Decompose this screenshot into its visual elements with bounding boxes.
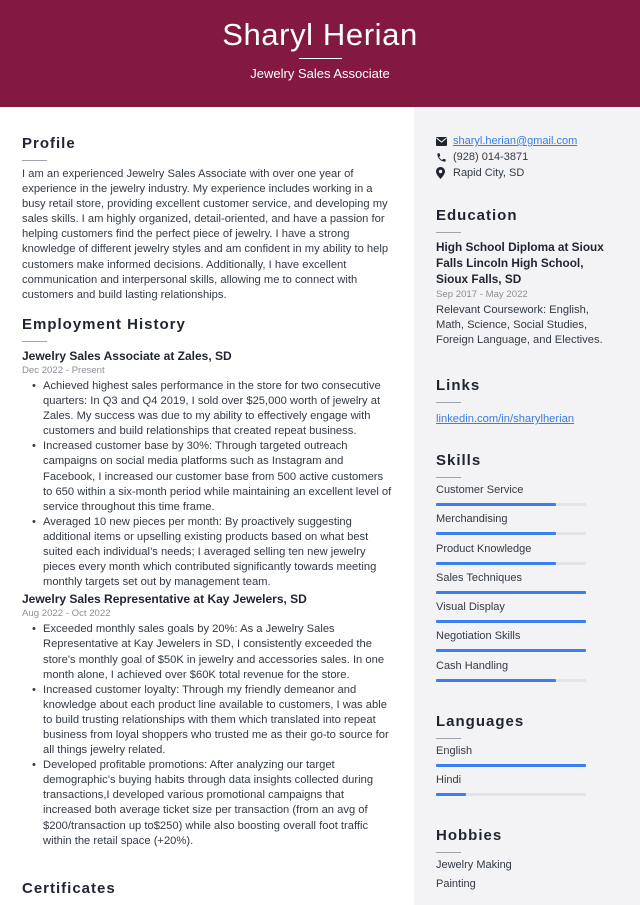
hobby-item: Jewelry Making bbox=[436, 859, 512, 871]
job-bullet: Developed profitable promotions: After a… bbox=[32, 758, 394, 849]
job-dates: Aug 2022 - Oct 2022 bbox=[22, 608, 111, 620]
phone-number: (928) 014-3871 bbox=[453, 151, 529, 163]
profile-section: Profile I am an experienced Jewelry Sale… bbox=[22, 135, 394, 303]
job-bullet: Averaged 10 new pieces per month: By pro… bbox=[32, 515, 394, 590]
job-bullets: Achieved highest sales performance in th… bbox=[22, 379, 394, 590]
skill-item: Merchandising bbox=[436, 510, 616, 539]
language-label: English bbox=[436, 745, 473, 757]
job-bullet: Exceeded monthly sales goals by 20%: As … bbox=[32, 622, 394, 682]
job-bullets: Exceeded monthly sales goals by 20%: As … bbox=[22, 622, 394, 848]
map-pin-icon bbox=[436, 167, 453, 179]
languages-section: Languages English Hindi bbox=[436, 713, 616, 801]
skill-level-fill bbox=[436, 678, 556, 682]
section-divider bbox=[436, 402, 461, 403]
language-level-fill bbox=[436, 764, 586, 767]
section-divider bbox=[22, 160, 47, 161]
job-dates: Dec 2022 - Present bbox=[22, 365, 105, 376]
job-title: Jewelry Sales Representative at Kay Jewe… bbox=[22, 592, 307, 607]
email-link[interactable]: sharyl.herian@gmail.com bbox=[453, 135, 577, 147]
hobby-item: Painting bbox=[436, 878, 476, 890]
skills-section: Skills Customer Service Merchandising Prod… bbox=[436, 452, 616, 686]
section-title-links: Links bbox=[436, 377, 481, 394]
section-title-profile: Profile bbox=[22, 135, 76, 152]
job-bullet: Increased customer base by 30%: Through … bbox=[32, 439, 394, 514]
hobbies-section: Hobbies Jewelry Making Painting bbox=[436, 827, 616, 894]
skill-label: Cash Handling bbox=[436, 659, 509, 672]
language-item: Hindi bbox=[436, 771, 616, 800]
section-divider bbox=[436, 738, 461, 739]
skill-label: Customer Service bbox=[436, 484, 524, 496]
skill-level-bar bbox=[436, 503, 586, 506]
skill-level-bar bbox=[436, 590, 586, 594]
skill-item: Customer Service bbox=[436, 481, 616, 510]
skill-level-bar bbox=[436, 561, 586, 565]
education-description: Relevant Coursework: English, Math, Scie… bbox=[436, 304, 603, 346]
employment-section: Employment History Jewelry Sales Associa… bbox=[22, 316, 394, 850]
skill-level-fill bbox=[436, 620, 586, 624]
profile-text: I am an experienced Jewelry Sales Associ… bbox=[22, 168, 389, 301]
education-degree: High School Diploma at Sioux Falls Linco… bbox=[436, 240, 604, 286]
skill-item: Cash Handling bbox=[436, 657, 616, 686]
links-section: Links linkedin.com/in/sharylherian bbox=[436, 377, 616, 427]
skill-label: Visual Display bbox=[436, 601, 505, 614]
job-bullet: Achieved highest sales performance in th… bbox=[32, 379, 394, 439]
section-divider bbox=[436, 232, 461, 233]
job-title: Jewelry Sales Associate at Zales, SD bbox=[22, 349, 232, 363]
phone-icon bbox=[436, 152, 453, 163]
education-dates: Sep 2017 - May 2022 bbox=[436, 289, 528, 300]
section-divider bbox=[22, 341, 47, 342]
skill-label: Product Knowledge bbox=[436, 542, 532, 555]
skills-list: Customer Service Merchandising Product Kno… bbox=[436, 481, 616, 686]
candidate-job-title: Jewelry Sales Associate bbox=[250, 66, 390, 81]
resume-header: Sharyl Herian Jewelry Sales Associate bbox=[0, 0, 640, 107]
candidate-name: Sharyl Herian bbox=[222, 17, 418, 52]
sidebar: sharyl.herian@gmail.com (928) 014-3871 R… bbox=[414, 107, 640, 905]
section-title-employment: Employment History bbox=[22, 316, 186, 333]
education-section: Education High School Diploma at Sioux F… bbox=[436, 207, 616, 348]
skill-level-fill bbox=[436, 532, 556, 536]
skill-item: Visual Display bbox=[436, 598, 616, 627]
language-level-fill bbox=[436, 793, 466, 797]
skill-item: Sales Techniques bbox=[436, 569, 616, 598]
contact-location: Rapid City, SD bbox=[436, 165, 626, 181]
section-title-skills: Skills bbox=[436, 452, 482, 469]
section-title-education: Education bbox=[436, 207, 518, 224]
language-label: Hindi bbox=[436, 774, 462, 787]
skill-label: Merchandising bbox=[436, 513, 508, 526]
skill-label: Sales Techniques bbox=[436, 571, 523, 584]
skill-level-bar bbox=[436, 678, 586, 682]
job-entry: Jewelry Sales Associate at Zales, SD Dec… bbox=[22, 348, 394, 590]
section-title-languages: Languages bbox=[436, 713, 525, 730]
section-divider bbox=[436, 477, 461, 478]
skill-item: Negotiation Skills bbox=[436, 627, 616, 656]
language-level-bar bbox=[436, 793, 586, 797]
header-divider bbox=[299, 58, 342, 59]
contact-info: sharyl.herian@gmail.com (928) 014-3871 R… bbox=[436, 133, 626, 181]
skill-level-bar bbox=[436, 620, 586, 624]
section-title-hobbies: Hobbies bbox=[436, 827, 503, 844]
languages-list: English Hindi bbox=[436, 742, 616, 801]
skill-level-fill bbox=[436, 503, 556, 506]
linkedin-link[interactable]: linkedin.com/in/sharylherian bbox=[436, 413, 574, 425]
certificates-section: Certificates bbox=[22, 880, 116, 897]
job-entry: Jewelry Sales Representative at Kay Jewe… bbox=[22, 591, 394, 848]
skill-label: Negotiation Skills bbox=[436, 630, 521, 643]
language-level-bar bbox=[436, 764, 586, 767]
job-bullet: Increased customer loyalty: Through my f… bbox=[32, 683, 394, 758]
skill-item: Product Knowledge bbox=[436, 540, 616, 569]
language-item: English bbox=[436, 742, 616, 771]
section-title-certificates: Certificates bbox=[22, 880, 116, 897]
skill-level-fill bbox=[436, 590, 586, 594]
skill-level-bar bbox=[436, 532, 586, 536]
section-divider bbox=[436, 852, 461, 853]
skill-level-fill bbox=[436, 649, 586, 653]
envelope-icon bbox=[436, 136, 453, 146]
location-text: Rapid City, SD bbox=[453, 167, 525, 179]
contact-email: sharyl.herian@gmail.com bbox=[436, 133, 626, 149]
skill-level-bar bbox=[436, 649, 586, 653]
skill-level-fill bbox=[436, 561, 556, 565]
contact-phone: (928) 014-3871 bbox=[436, 149, 626, 165]
